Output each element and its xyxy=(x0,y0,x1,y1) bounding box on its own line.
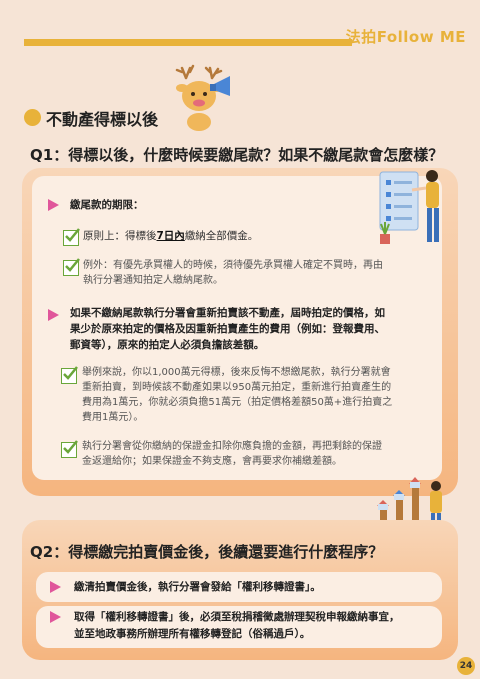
deadline-heading: 繳尾款的期限： xyxy=(70,199,144,211)
check-icon xyxy=(63,258,80,276)
rule-text: 原則上：得標後7日內繳納全部價金。 xyxy=(83,230,259,242)
check-icon xyxy=(63,228,80,246)
checklist-woman-illustration xyxy=(379,170,439,244)
page-number: 24 xyxy=(457,657,475,675)
example-line-3: 費用為1萬元，你就必須負擔51萬元（拍定價格差額50萬+進行拍賣之 xyxy=(82,397,393,408)
q2-title: Q2：得標繳完拍賣價金後，後續還要進行什麼程序？ xyxy=(30,543,384,561)
q2-item-2-line-1: 取得「權利移轉證書」後，必須至稅捐稽徵處辦理契稅申報繳納事宜， xyxy=(74,611,400,623)
arrow-icon xyxy=(48,309,59,321)
arrow-icon xyxy=(50,581,61,593)
check-icon xyxy=(61,440,78,458)
rule-highlight: 7日內 xyxy=(156,230,185,242)
example-line-2: 重新拍賣，到時候該不動產如果以950萬元拍定，重新進行拍賣產生的 xyxy=(82,382,392,393)
consequence-line-2: 果少於原來拍定的價格及因重新拍賣產生的費用（例如：登報費用、 xyxy=(70,323,385,335)
mascot-deer-icon xyxy=(175,64,230,131)
consequence-line-3: 郵資等），原來的拍定人必須負擔該差額。 xyxy=(70,339,265,351)
q2-item-1: 繳清拍賣價金後，執行分署會發給「權利移轉證書」。 xyxy=(74,581,321,593)
section-bullet xyxy=(24,109,41,126)
exception-line-2: 執行分署通知拍定人繳納尾款。 xyxy=(83,275,223,286)
example-line-1: 舉例來說，你以1,000萬元得標，後來反悔不想繳尾款，執行分署就會 xyxy=(82,367,391,378)
arrow-icon xyxy=(50,611,61,623)
exception-line-1: 例外：有優先承買權人的時候，須待優先承買權人確定不買時，再由 xyxy=(83,260,383,271)
deposit-line-2: 金返還給你；如果保證金不夠支應，會再要求你補繳差額。 xyxy=(82,456,342,467)
consequence-line-1: 如果不繳納尾款執行分署會重新拍賣該不動產，屆時拍定的價格，如 xyxy=(70,307,385,319)
arrow-icon xyxy=(48,199,59,211)
check-icon xyxy=(61,366,78,384)
q2-item-2-line-2: 並至地政事務所辦理所有權移轉登記（俗稱過戶）。 xyxy=(74,628,311,640)
deposit-line-1: 執行分署會從你繳納的保證金扣除你應負擔的金額，再把剩餘的保證 xyxy=(82,441,382,452)
section-title: 不動產得標以後 xyxy=(46,110,159,129)
brand-logo: 法拍Follow ME xyxy=(345,28,466,46)
example-line-4: 費用1萬元）。 xyxy=(82,412,144,423)
header-accent-bar xyxy=(24,39,352,46)
